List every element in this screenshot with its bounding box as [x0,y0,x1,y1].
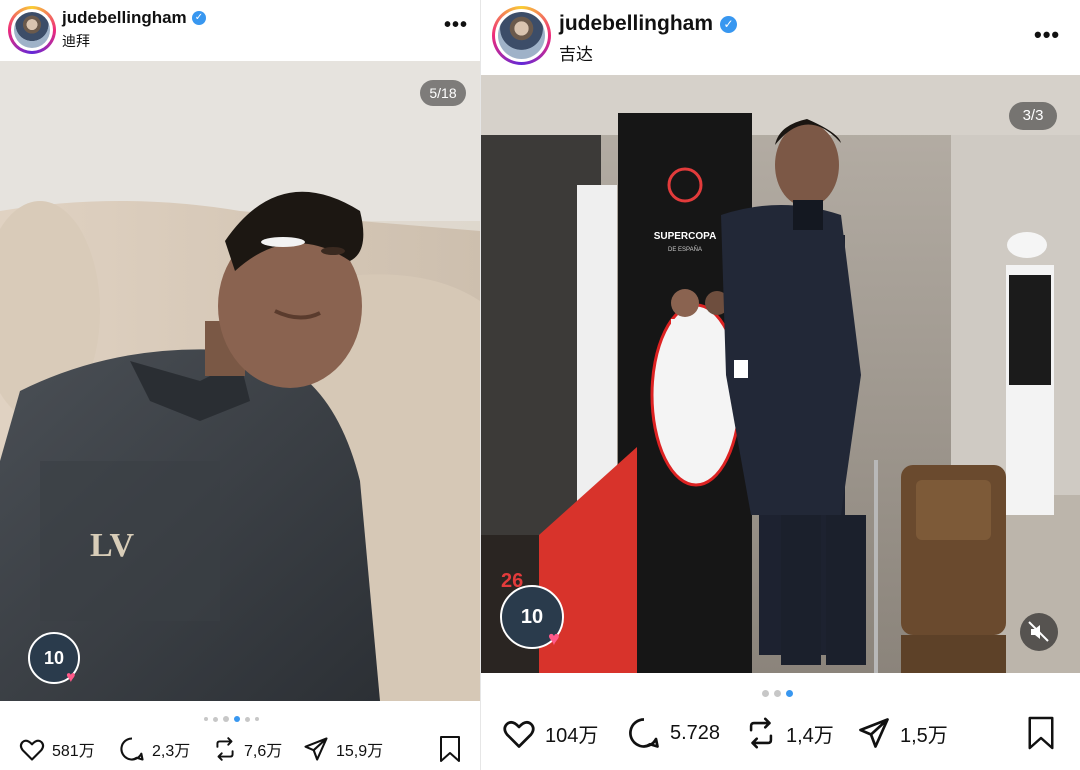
photo-illustration: SUPERCOPA DE ESPAÑA 26 [481,75,1080,673]
heart-icon [19,739,45,761]
avatar-image [14,12,50,48]
like-count: 581万 [52,743,95,760]
carousel-dot-active [234,716,240,722]
location-label[interactable]: 吉达 [559,40,593,65]
poster-brand: SUPERCOPA [654,231,717,242]
mute-button[interactable] [1020,613,1058,651]
repost-button[interactable]: 1,4万 [744,715,834,751]
carousel-dot [223,716,229,722]
post-photo[interactable]: SUPERCOPA DE ESPAÑA 26 3/3 10 ♥ [481,75,1080,673]
send-icon [859,718,889,748]
profile-avatar[interactable] [8,6,56,54]
carousel-dot-active [786,690,793,697]
carousel-dots [762,690,793,697]
comment-count: 2,3万 [152,743,191,760]
save-button[interactable] [438,735,462,763]
repost-icon [749,717,773,749]
repost-count: 1,4万 [786,724,834,747]
post-photo[interactable]: LV 5/18 10 ♥ [0,61,480,701]
slide-counter: 3/3 [1009,102,1057,130]
comment-button[interactable]: 5.728 [626,715,720,751]
like-button[interactable]: 104万 [501,715,598,751]
profile-avatar[interactable] [492,6,551,65]
like-button[interactable]: 581万 [18,735,95,763]
post-card-dubai: judebellingham ✓ 迪拜 ••• LV 5/18 10 ♥ 581… [0,0,480,770]
more-options-icon[interactable]: ••• [1034,22,1060,48]
carousel-dot [255,717,259,721]
action-bar: 581万 2,3万 7,6万 15,9万 [0,735,480,769]
speaker-muted-icon [1028,621,1049,642]
repost-count: 7,6万 [244,743,283,760]
more-options-icon[interactable]: ••• [444,14,468,37]
heart-badge-icon: ♥ [548,628,560,650]
save-button[interactable] [1026,715,1056,751]
share-count: 1,5万 [900,724,948,747]
carousel-dot [774,690,781,697]
photo-illustration: LV [0,61,480,701]
heart-badge-icon: ♥ [66,669,76,686]
bookmark-icon [440,736,460,762]
carousel-dots [204,716,259,722]
post-header: judebellingham ✓ 迪拜 ••• [0,0,480,60]
username[interactable]: judebellingham [62,8,187,28]
verified-badge-icon: ✓ [192,11,206,25]
action-bar: 104万 5.728 1,4万 1,5万 [481,715,1080,755]
comment-icon [120,737,144,761]
share-count: 15,9万 [336,743,384,760]
post-card-jeddah: judebellingham ✓ 吉达 ••• SUPERCOPA DE ESP… [481,0,1080,770]
bookmark-icon [1028,716,1054,750]
svg-text:LV: LV [90,527,135,564]
comment-button[interactable]: 2,3万 [118,735,190,763]
slide-counter: 5/18 [420,80,466,106]
repost-icon [216,737,234,761]
send-icon [304,737,328,761]
like-count: 104万 [545,724,599,747]
carousel-dot [762,690,769,697]
comment-count: 5.728 [670,721,721,744]
repost-button[interactable]: 7,6万 [212,735,282,763]
comment-icon [629,718,659,748]
carousel-dot [204,717,208,721]
location-label[interactable]: 迪拜 [62,31,90,51]
heart-icon [503,720,535,748]
avatar-image [498,12,545,59]
carousel-dot [245,716,250,722]
share-button[interactable]: 15,9万 [302,735,383,763]
post-header: judebellingham ✓ 吉达 ••• [481,0,1080,75]
carousel-dot [213,716,218,722]
poster-subtitle: DE ESPAÑA [668,246,702,253]
username[interactable]: judebellingham [559,12,713,36]
verified-badge-icon: ✓ [720,16,737,33]
share-button[interactable]: 1,5万 [856,715,948,751]
